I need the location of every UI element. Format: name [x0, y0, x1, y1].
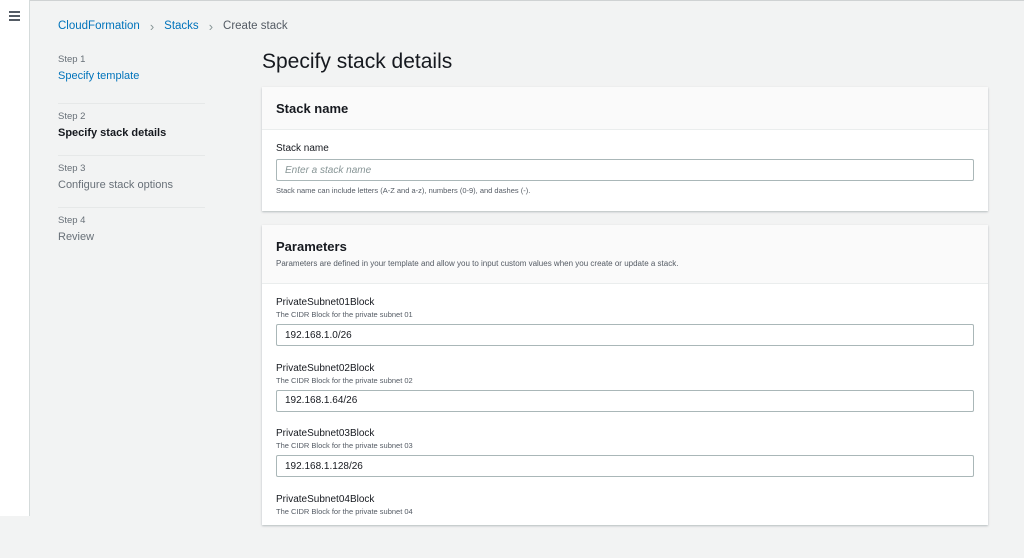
parameter-description: The CIDR Block for the private subnet 04 [276, 507, 974, 517]
stack-name-constraint: Stack name can include letters (A-Z and … [276, 186, 974, 195]
parameter-description: The CIDR Block for the private subnet 02 [276, 376, 974, 386]
side-navigation-rail [0, 0, 30, 516]
wizard-step-4: Step 4 Review [58, 208, 205, 260]
panel-body: Stack name Stack name can include letter… [262, 130, 988, 195]
stack-name-panel: Stack name Stack name Stack name can inc… [262, 87, 988, 211]
panel-title: Stack name [276, 101, 974, 117]
parameter-label: PrivateSubnet02Block [276, 362, 974, 375]
parameter-field: PrivateSubnet02Block The CIDR Block for … [276, 362, 974, 428]
breadcrumb: CloudFormation › Stacks › Create stack [58, 18, 288, 34]
step-number: Step 4 [58, 215, 205, 227]
parameter-description: The CIDR Block for the private subnet 01 [276, 310, 974, 320]
breadcrumb-stacks[interactable]: Stacks [164, 20, 199, 32]
breadcrumb-cloudformation[interactable]: CloudFormation [58, 20, 140, 32]
parameter-label: PrivateSubnet01Block [276, 296, 974, 309]
hamburger-menu-icon[interactable] [9, 11, 20, 20]
stack-name-label: Stack name [276, 142, 974, 155]
wizard-step-1: Step 1 Specify template [58, 52, 205, 104]
panel-description: Parameters are defined in your template … [276, 258, 974, 269]
chevron-right-icon: › [209, 19, 213, 34]
parameter-label: PrivateSubnet03Block [276, 427, 974, 440]
step-number: Step 2 [58, 111, 205, 123]
parameters-panel: Parameters Parameters are defined in you… [262, 225, 988, 525]
private-subnet-01-input[interactable] [276, 324, 974, 346]
chevron-right-icon: › [150, 19, 154, 34]
parameter-description: The CIDR Block for the private subnet 03 [276, 441, 974, 451]
step-title-configure-stack-options: Configure stack options [58, 177, 205, 193]
wizard-step-2: Step 2 Specify stack details [58, 104, 205, 156]
step-number: Step 1 [58, 54, 205, 66]
panel-header: Stack name [262, 87, 988, 130]
private-subnet-02-input[interactable] [276, 390, 974, 412]
step-title-review: Review [58, 229, 205, 245]
top-border [0, 0, 1024, 1]
parameter-field: PrivateSubnet04Block The CIDR Block for … [276, 493, 974, 558]
page-title: Specify stack details [262, 50, 452, 74]
parameter-field: PrivateSubnet03Block The CIDR Block for … [276, 427, 974, 493]
stack-name-input[interactable] [276, 159, 974, 181]
parameters-list: PrivateSubnet01Block The CIDR Block for … [262, 284, 988, 558]
breadcrumb-create-stack: Create stack [223, 20, 288, 32]
step-link-specify-template[interactable]: Specify template [58, 68, 205, 84]
parameter-label: PrivateSubnet04Block [276, 493, 974, 506]
private-subnet-03-input[interactable] [276, 455, 974, 477]
parameter-field: PrivateSubnet01Block The CIDR Block for … [276, 296, 974, 362]
panel-header: Parameters Parameters are defined in you… [262, 225, 988, 284]
wizard-steps: Step 1 Specify template Step 2 Specify s… [58, 52, 205, 260]
wizard-step-3: Step 3 Configure stack options [58, 156, 205, 208]
step-number: Step 3 [58, 163, 205, 175]
step-title-specify-stack-details: Specify stack details [58, 125, 205, 141]
panel-title: Parameters [276, 239, 974, 255]
